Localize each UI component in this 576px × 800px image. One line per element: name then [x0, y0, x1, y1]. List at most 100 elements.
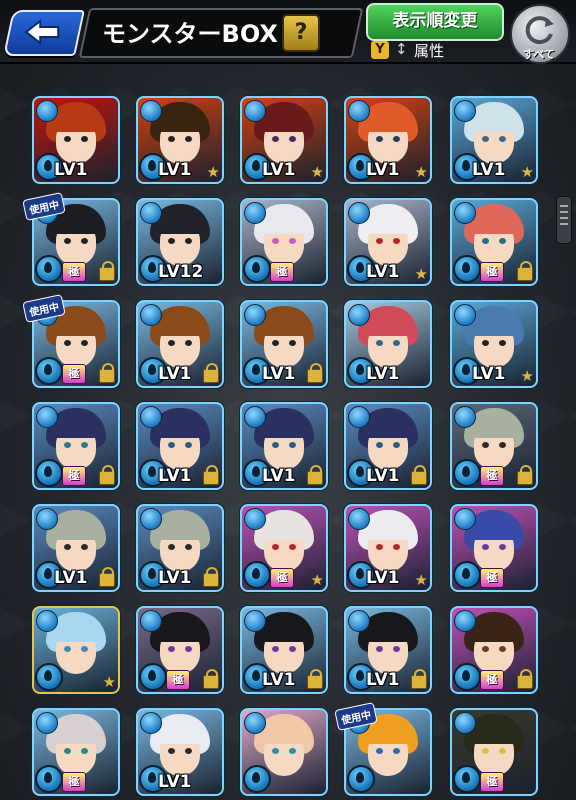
lock-icon: [99, 465, 115, 485]
lock-icon: [203, 669, 219, 689]
monster-card[interactable]: 極 ★: [240, 504, 328, 592]
monster-card[interactable]: LV1 ★: [344, 198, 432, 286]
monster-portrait-bangs: [260, 520, 308, 540]
filter-icon[interactable]: Y: [371, 41, 389, 59]
monster-portrait-eye: [376, 544, 383, 550]
monster-card[interactable]: LV1: [136, 504, 224, 592]
monster-level: LV1: [54, 568, 88, 588]
monster-card[interactable]: ★: [32, 606, 120, 694]
monster-card[interactable]: LV1: [240, 402, 328, 490]
star-icon: ★: [102, 673, 116, 691]
goku-badge: 極: [62, 262, 86, 282]
monster-card[interactable]: 極: [450, 504, 538, 592]
monster-card[interactable]: LV1: [32, 504, 120, 592]
monster-card[interactable]: LV1 ★: [450, 300, 538, 388]
monster-card[interactable]: LV1 ★: [240, 96, 328, 184]
water-attribute-icon: [243, 561, 271, 589]
monster-portrait-bangs: [260, 214, 308, 234]
monster-card[interactable]: LV1 ★: [344, 504, 432, 592]
monster-portrait-eye: [168, 136, 175, 142]
water-element-icon: [454, 202, 476, 224]
lock-icon: [203, 465, 219, 485]
monster-card[interactable]: 極: [450, 402, 538, 490]
lock-icon: [517, 261, 533, 281]
star-icon: ★: [310, 571, 324, 589]
monster-card[interactable]: 極: [240, 198, 328, 286]
goku-badge: 極: [270, 262, 294, 282]
water-element-icon: [36, 610, 58, 632]
monster-portrait-bangs: [260, 418, 308, 438]
lock-icon: [99, 261, 115, 281]
sort-attribute-label[interactable]: 属性: [414, 40, 444, 61]
header-bar: モンスターBOX ? 表示順変更 Y ↕ 属性 すべて: [0, 0, 576, 64]
monster-portrait-bangs: [260, 724, 308, 744]
monster-portrait-eye: [185, 442, 192, 448]
monster-card[interactable]: 極: [32, 402, 120, 490]
monster-portrait-eye: [289, 544, 296, 550]
monster-level: LV1: [366, 670, 400, 690]
water-element-icon: [36, 100, 58, 122]
monster-portrait-eye: [185, 340, 192, 346]
monster-portrait-bangs: [156, 316, 204, 336]
monster-card[interactable]: LV1 ★: [344, 96, 432, 184]
monster-card[interactable]: LV1 ★: [450, 96, 538, 184]
monster-portrait-eye: [289, 136, 296, 142]
monster-card[interactable]: LV1: [344, 402, 432, 490]
water-attribute-icon: [35, 765, 63, 793]
monster-level: LV1: [366, 568, 400, 588]
monster-portrait-eye: [393, 544, 400, 550]
monster-card[interactable]: LV1: [136, 300, 224, 388]
monster-portrait-eye: [185, 748, 192, 754]
monster-portrait-eye: [393, 136, 400, 142]
monster-card[interactable]: LV1: [344, 300, 432, 388]
sort-direction-icon[interactable]: ↕: [395, 40, 408, 58]
help-button[interactable]: ?: [282, 14, 320, 52]
monster-card[interactable]: LV1 ★: [136, 96, 224, 184]
monster-portrait-eye: [376, 238, 383, 244]
monster-portrait-eye: [482, 544, 489, 550]
water-element-icon: [348, 100, 370, 122]
monster-level: LV1: [262, 466, 296, 486]
monster-portrait-eye: [499, 136, 506, 142]
monster-card[interactable]: 極: [136, 606, 224, 694]
lock-icon: [307, 669, 323, 689]
monster-portrait-eye: [81, 646, 88, 652]
monster-portrait-eye: [376, 748, 383, 754]
monster-portrait-eye: [289, 646, 296, 652]
monster-portrait-eye: [393, 238, 400, 244]
monster-portrait-eye: [64, 238, 71, 244]
monster-card[interactable]: LV1: [240, 606, 328, 694]
back-button[interactable]: [3, 10, 85, 56]
monster-portrait-bangs: [52, 112, 100, 132]
monster-card[interactable]: 極: [450, 708, 538, 796]
monster-portrait-eye: [482, 442, 489, 448]
monster-portrait-bangs: [470, 724, 518, 744]
reset-filter-label: すべて: [523, 48, 555, 61]
monster-portrait-eye: [482, 646, 489, 652]
star-icon: ★: [520, 163, 534, 181]
monster-portrait-eye: [393, 646, 400, 652]
goku-badge: 極: [480, 568, 504, 588]
scrollbar-handle[interactable]: [556, 196, 572, 244]
water-element-icon: [454, 610, 476, 632]
water-element-icon: [36, 712, 58, 734]
water-element-icon: [140, 712, 162, 734]
sort-order-button[interactable]: 表示順変更: [366, 3, 504, 41]
monster-card[interactable]: 極: [32, 708, 120, 796]
monster-card[interactable]: [240, 708, 328, 796]
monster-card[interactable]: 極: [450, 198, 538, 286]
star-icon: ★: [414, 163, 428, 181]
monster-card[interactable]: LV1: [344, 606, 432, 694]
monster-card[interactable]: LV1: [136, 402, 224, 490]
monster-card[interactable]: LV12: [136, 198, 224, 286]
water-attribute-icon: [35, 255, 63, 283]
monster-card[interactable]: LV1: [240, 300, 328, 388]
monster-portrait-bangs: [52, 214, 100, 234]
monster-portrait-eye: [393, 442, 400, 448]
monster-card[interactable]: LV1: [32, 96, 120, 184]
monster-card[interactable]: 極: [450, 606, 538, 694]
monster-portrait-eye: [482, 748, 489, 754]
page-title: モンスターBOX: [102, 20, 278, 48]
water-element-icon: [454, 100, 476, 122]
monster-card[interactable]: LV1: [136, 708, 224, 796]
